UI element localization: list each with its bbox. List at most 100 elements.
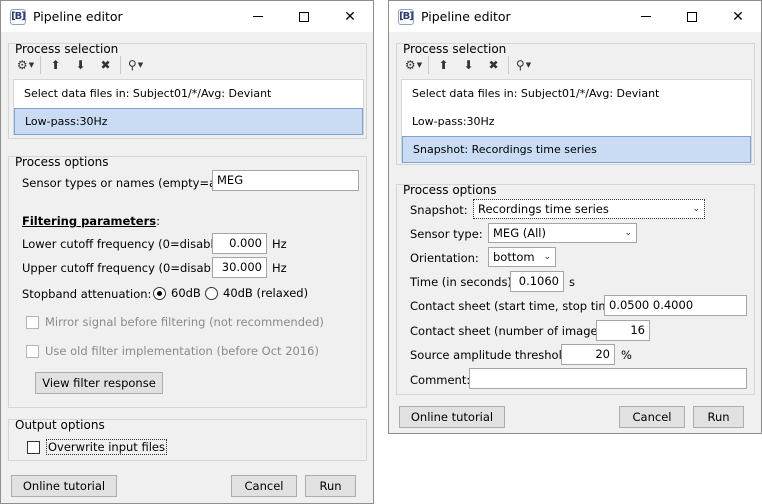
contact-sheet-time-label: Contact sheet (start time, stop time): [410,299,626,313]
group-title: Process selection [15,42,119,56]
view-filter-response-button[interactable]: View filter response [35,372,163,394]
process-list: Select data files in: Subject01/*/Avg: D… [13,79,364,135]
output-options-group: Output options Overwrite input files [8,418,367,461]
contact-sheet-time-input[interactable]: 0.0500 0.4000 [604,295,747,316]
close-icon[interactable]: ✕ [327,1,373,32]
comment-label: Comment: [410,373,471,387]
minimize-icon[interactable] [235,1,281,32]
cancel-button[interactable]: Cancel [231,475,297,497]
upper-cutoff-unit: Hz [272,261,287,275]
maximize-icon[interactable] [281,1,327,32]
list-item[interactable]: Low-pass:30Hz [402,108,751,135]
list-item[interactable]: Select data files in: Subject01/*/Avg: D… [402,80,751,107]
select-value: bottom [493,250,535,264]
radio-label: 60dB [171,286,201,300]
sensor-type-select[interactable]: MEG (All) ⌄ [488,223,637,243]
window-title: Pipeline editor [33,9,123,24]
close-icon[interactable]: ✕ [715,1,761,32]
chevron-down-icon: ⌄ [692,204,700,214]
delete-icon[interactable]: ✖ [481,55,506,75]
group-title: Process options [403,183,497,197]
threshold-unit: % [621,348,632,362]
time-input[interactable]: 0.1060 [510,271,564,292]
arrow-up-icon[interactable]: ⬆ [43,55,68,75]
online-tutorial-button[interactable]: Online tutorial [11,475,117,497]
checkbox-box [27,440,40,454]
checkbox-label: Mirror signal before filtering (not reco… [45,315,324,329]
tree-icon[interactable]: ⚲ ▼ [511,55,536,75]
minimize-icon[interactable] [623,1,669,32]
process-options-group: Process options Sensor types or names (e… [8,155,367,408]
stopband-label: Stopband attenuation: [22,287,152,301]
mirror-signal-checkbox[interactable]: Mirror signal before filtering (not reco… [26,315,324,329]
process-selection-group: Process selection ⚙ ▼ ⬆ ⬇ ✖ ⚲ ▼ Select dat… [8,42,367,139]
arrow-down-icon[interactable]: ⬇ [456,55,481,75]
upper-cutoff-input[interactable]: 30.000 [212,257,267,278]
sensor-label: Sensor types or names (empty=all): [22,176,231,190]
snapshot-select[interactable]: Recordings time series ⌄ [473,199,705,219]
checkbox-label: Use old filter implementation (before Oc… [45,344,319,358]
online-tutorial-button[interactable]: Online tutorial [399,406,505,428]
cancel-button[interactable]: Cancel [619,406,685,428]
snapshot-label: Snapshot: [410,203,468,217]
orientation-label: Orientation: [410,251,479,265]
title-bar: [B] Pipeline editor ✕ [389,1,761,32]
delete-icon[interactable]: ✖ [93,55,118,75]
window-title: Pipeline editor [421,9,511,24]
list-item[interactable]: Snapshot: Recordings time series [402,136,751,163]
group-title: Output options [15,418,105,432]
process-list: Select data files in: Subject01/*/Avg: D… [401,79,752,163]
chevron-down-icon: ⌄ [543,252,551,262]
contact-sheet-images-input[interactable]: 16 [596,320,650,341]
title-bar: [B] Pipeline editor ✕ [1,1,373,32]
contact-sheet-images-label: Contact sheet (number of images): [410,324,612,338]
chevron-down-icon: ⌄ [624,228,632,238]
checkbox-label: Overwrite input files [46,439,167,455]
list-item[interactable]: Low-pass:30Hz [14,108,363,135]
radio-dot [153,286,166,300]
upper-cutoff-label: Upper cutoff frequency (0=disable): [22,261,230,275]
process-toolbar: ⚙ ▼ ⬆ ⬇ ✖ ⚲ ▼ [13,55,148,75]
stopband-60db-radio[interactable]: 60dB [153,286,201,300]
threshold-label: Source amplitude threshold: [410,348,573,362]
app-icon: [B] [398,8,414,25]
gear-icon[interactable]: ⚙ ▼ [13,55,38,75]
maximize-icon[interactable] [669,1,715,32]
run-button[interactable]: Run [305,475,356,497]
pipeline-editor-window-left: [B] Pipeline editor ✕ Process selection … [0,0,374,504]
select-value: Recordings time series [478,202,609,216]
group-title: Process options [15,155,109,169]
arrow-down-icon[interactable]: ⬇ [68,55,93,75]
run-button[interactable]: Run [693,406,744,428]
time-unit: s [569,275,575,289]
checkbox-box [26,344,39,358]
lower-cutoff-label: Lower cutoff frequency (0=disable): [22,237,230,251]
arrow-up-icon[interactable]: ⬆ [431,55,456,75]
process-options-group: Process options Snapshot: Recordings tim… [396,183,755,395]
filtering-header: Filtering parameters: [22,214,160,228]
checkbox-box [26,315,39,329]
pipeline-editor-window-right: [B] Pipeline editor ✕ Process selection … [388,0,762,434]
old-filter-checkbox[interactable]: Use old filter implementation (before Oc… [26,344,319,358]
app-icon: [B] [10,8,26,25]
radio-dot [205,286,218,300]
comment-input[interactable] [469,368,747,389]
stopband-40db-radio[interactable]: 40dB (relaxed) [205,286,308,300]
gear-icon[interactable]: ⚙ ▼ [401,55,426,75]
tree-icon[interactable]: ⚲ ▼ [123,55,148,75]
sensor-type-label: Sensor type: [410,227,483,241]
overwrite-input-checkbox[interactable]: Overwrite input files [27,439,167,455]
radio-label: 40dB (relaxed) [223,286,309,300]
process-toolbar: ⚙ ▼ ⬆ ⬇ ✖ ⚲ ▼ [401,55,536,75]
filtering-header-text: Filtering parameters [22,214,157,228]
filtering-colon: : [156,214,160,228]
time-label: Time (in seconds): [410,275,516,289]
orientation-select[interactable]: bottom ⌄ [488,247,556,267]
threshold-input[interactable]: 20 [561,344,615,365]
list-item[interactable]: Select data files in: Subject01/*/Avg: D… [14,80,363,107]
select-value: MEG (All) [493,226,546,240]
sensor-input[interactable]: MEG [212,170,359,191]
lower-cutoff-input[interactable]: 0.000 [212,233,267,254]
process-selection-group: Process selection ⚙ ▼ ⬆ ⬇ ✖ ⚲ ▼ Select dat… [396,42,755,165]
lower-cutoff-unit: Hz [272,237,287,251]
